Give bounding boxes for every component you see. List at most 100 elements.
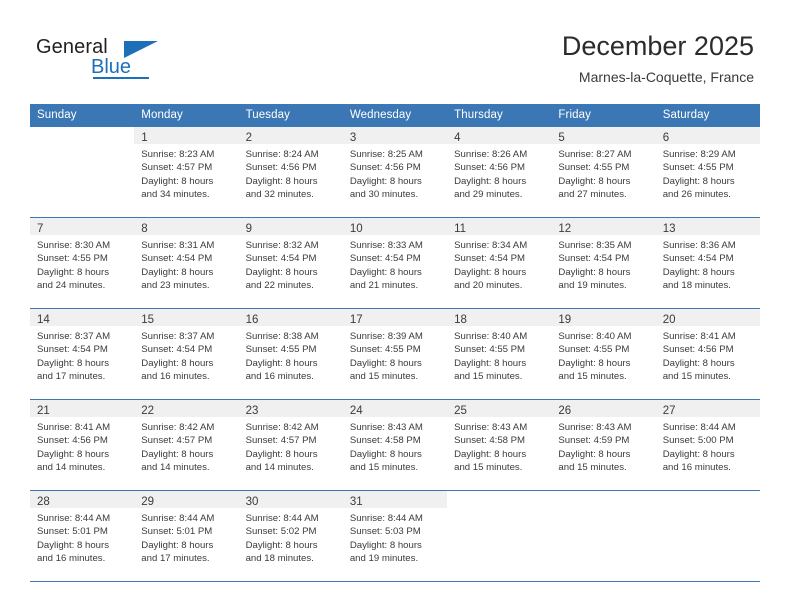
calendar-day-cell[interactable]: 18 Sunrise: 8:40 AM Sunset: 4:55 PM Dayligh… — [447, 308, 552, 400]
calendar-week-row: 21 Sunrise: 8:41 AM Sunset: 4:56 PM Dayligh… — [30, 399, 760, 491]
calendar-day-cell[interactable]: 20 Sunrise: 8:41 AM Sunset: 4:56 PM Dayligh… — [655, 308, 760, 400]
daylight-text-line1: Daylight: 8 hours — [349, 539, 422, 551]
day-cell-inner: 13 Sunrise: 8:36 AM Sunset: 4:54 PM Dayligh… — [655, 218, 760, 308]
calendar-empty-cell — [447, 490, 552, 582]
day-number: 2 — [245, 132, 252, 144]
calendar-day-cell[interactable]: 27 Sunrise: 8:44 AM Sunset: 5:00 PM Dayligh… — [655, 399, 760, 491]
sunrise-text: Sunrise: 8:23 AM — [141, 149, 215, 160]
day-number-band: 31 — [342, 491, 448, 508]
calendar-day-cell[interactable]: 1 Sunrise: 8:23 AM Sunset: 4:57 PM Daylight… — [134, 126, 239, 218]
day-detail-lines: Sunrise: 8:35 AM Sunset: 4:54 PM Daylight:… — [551, 235, 655, 293]
sunset-text: Sunset: 4:54 PM — [454, 253, 526, 265]
day-cell-inner: 15 Sunrise: 8:37 AM Sunset: 4:54 PM Dayligh… — [134, 309, 239, 399]
sunrise-text: Sunrise: 8:44 AM — [141, 513, 215, 524]
day-cell-inner: 5 Sunrise: 8:27 AM Sunset: 4:55 PM Daylight… — [551, 127, 656, 217]
calendar-day-cell[interactable]: 7 Sunrise: 8:30 AM Sunset: 4:55 PM Daylight… — [30, 217, 135, 309]
calendar-day-cell[interactable]: 2 Sunrise: 8:24 AM Sunset: 4:56 PM Daylight… — [238, 126, 343, 218]
calendar-day-cell[interactable]: 11 Sunrise: 8:34 AM Sunset: 4:54 PM Dayligh… — [447, 217, 552, 309]
sunset-text: Sunset: 5:01 PM — [141, 526, 213, 538]
daylight-text-line2: and 16 minutes. — [37, 553, 106, 565]
calendar-day-cell[interactable]: 5 Sunrise: 8:27 AM Sunset: 4:55 PM Daylight… — [551, 126, 656, 218]
calendar-day-cell[interactable]: 8 Sunrise: 8:31 AM Sunset: 4:54 PM Daylight… — [134, 217, 239, 309]
calendar-day-cell[interactable]: 13 Sunrise: 8:36 AM Sunset: 4:54 PM Dayligh… — [655, 217, 760, 309]
sunrise-text: Sunrise: 8:38 AM — [245, 331, 319, 342]
sunrise-text: Sunrise: 8:44 AM — [349, 513, 423, 524]
daylight-text-line2: and 15 minutes. — [558, 462, 627, 474]
day-cell-inner: 20 Sunrise: 8:41 AM Sunset: 4:56 PM Dayligh… — [655, 309, 760, 399]
day-cell-inner: 10 Sunrise: 8:33 AM Sunset: 4:54 PM Dayligh… — [342, 218, 448, 308]
day-detail-lines: Sunrise: 8:31 AM Sunset: 4:54 PM Daylight:… — [134, 235, 238, 293]
day-detail-lines: Sunrise: 8:38 AM Sunset: 4:55 PM Daylight:… — [239, 326, 343, 384]
weekday-header-thursday: Thursday — [447, 104, 552, 127]
sunrise-text: Sunrise: 8:33 AM — [349, 240, 423, 251]
day-number: 18 — [454, 314, 467, 326]
calendar-day-cell[interactable]: 15 Sunrise: 8:37 AM Sunset: 4:54 PM Dayligh… — [134, 308, 239, 400]
day-number: 22 — [141, 405, 155, 417]
daylight-text-line2: and 19 minutes. — [558, 280, 627, 292]
calendar-day-cell[interactable]: 31 Sunrise: 8:44 AM Sunset: 5:03 PM Dayligh… — [342, 490, 448, 582]
sunrise-text: Sunrise: 8:42 AM — [245, 422, 319, 433]
daylight-text-line1: Daylight: 8 hours — [141, 448, 214, 460]
daylight-text-line2: and 24 minutes. — [37, 280, 106, 292]
calendar-day-cell[interactable]: 21 Sunrise: 8:41 AM Sunset: 4:56 PM Dayligh… — [30, 399, 135, 491]
day-cell-inner — [447, 491, 551, 581]
daylight-text-line2: and 16 minutes. — [245, 371, 314, 383]
day-number: 26 — [558, 405, 572, 417]
calendar-day-cell[interactable]: 6 Sunrise: 8:29 AM Sunset: 4:55 PM Daylight… — [655, 126, 760, 218]
calendar-day-cell[interactable]: 9 Sunrise: 8:32 AM Sunset: 4:54 PM Daylight… — [238, 217, 343, 309]
calendar-day-cell[interactable]: 14 Sunrise: 8:37 AM Sunset: 4:54 PM Dayligh… — [30, 308, 135, 400]
day-number: 30 — [245, 496, 259, 508]
daylight-text-line1: Daylight: 8 hours — [454, 357, 527, 369]
calendar-day-cell[interactable]: 26 Sunrise: 8:43 AM Sunset: 4:59 PM Dayligh… — [551, 399, 656, 491]
general-blue-logo[interactable]: General Blue — [36, 36, 176, 88]
page-title: December 2025 — [561, 31, 754, 61]
sunset-text: Sunset: 4:55 PM — [558, 344, 630, 356]
day-cell-inner: 4 Sunrise: 8:26 AM Sunset: 4:56 PM Daylight… — [447, 127, 552, 217]
calendar-day-cell[interactable]: 4 Sunrise: 8:26 AM Sunset: 4:56 PM Daylight… — [447, 126, 552, 218]
day-cell-inner: 18 Sunrise: 8:40 AM Sunset: 4:55 PM Dayligh… — [447, 309, 552, 399]
sunset-text: Sunset: 4:56 PM — [454, 162, 526, 174]
day-detail-lines: Sunrise: 8:30 AM Sunset: 4:55 PM Daylight:… — [30, 235, 134, 293]
weekday-header-friday: Friday — [551, 104, 656, 127]
sunset-text: Sunset: 4:54 PM — [37, 344, 108, 356]
day-number: 19 — [558, 314, 572, 326]
calendar-day-cell[interactable]: 10 Sunrise: 8:33 AM Sunset: 4:54 PM Dayligh… — [342, 217, 448, 309]
sunset-text: Sunset: 4:55 PM — [662, 162, 734, 174]
day-cell-inner: 1 Sunrise: 8:23 AM Sunset: 4:57 PM Daylight… — [134, 127, 239, 217]
daylight-text-line2: and 15 minutes. — [662, 371, 731, 383]
calendar-day-cell[interactable]: 28 Sunrise: 8:44 AM Sunset: 5:01 PM Dayligh… — [30, 490, 135, 582]
daylight-text-line2: and 21 minutes. — [349, 280, 419, 292]
calendar-day-cell[interactable]: 17 Sunrise: 8:39 AM Sunset: 4:55 PM Dayligh… — [342, 308, 448, 400]
day-number: 9 — [245, 223, 252, 235]
sunrise-text: Sunrise: 8:43 AM — [349, 422, 423, 433]
calendar-day-cell[interactable]: 19 Sunrise: 8:40 AM Sunset: 4:55 PM Dayligh… — [551, 308, 656, 400]
day-cell-inner — [30, 127, 134, 217]
calendar-day-cell[interactable]: 23 Sunrise: 8:42 AM Sunset: 4:57 PM Dayligh… — [238, 399, 343, 491]
day-number-band: 22 — [134, 400, 239, 417]
sunrise-text: Sunrise: 8:27 AM — [558, 149, 632, 160]
daylight-text-line1: Daylight: 8 hours — [662, 175, 735, 187]
day-number-band: 17 — [342, 309, 448, 326]
weekday-header-saturday: Saturday — [655, 104, 760, 127]
day-number-band: 2 — [238, 127, 343, 144]
calendar-day-cell[interactable]: 12 Sunrise: 8:35 AM Sunset: 4:54 PM Dayligh… — [551, 217, 656, 309]
calendar-day-cell[interactable]: 25 Sunrise: 8:43 AM Sunset: 4:58 PM Dayligh… — [447, 399, 552, 491]
day-number-band: 11 — [447, 218, 552, 235]
daylight-text-line2: and 15 minutes. — [454, 371, 523, 383]
daylight-text-line1: Daylight: 8 hours — [349, 357, 422, 369]
calendar-day-cell[interactable]: 16 Sunrise: 8:38 AM Sunset: 4:55 PM Dayligh… — [238, 308, 343, 400]
calendar-day-cell[interactable]: 29 Sunrise: 8:44 AM Sunset: 5:01 PM Dayligh… — [134, 490, 239, 582]
calendar-day-cell[interactable]: 22 Sunrise: 8:42 AM Sunset: 4:57 PM Dayligh… — [134, 399, 239, 491]
daylight-text-line2: and 29 minutes. — [454, 189, 523, 201]
day-detail-lines: Sunrise: 8:25 AM Sunset: 4:56 PM Daylight:… — [343, 144, 447, 202]
daylight-text-line1: Daylight: 8 hours — [37, 448, 109, 460]
calendar-day-cell[interactable]: 30 Sunrise: 8:44 AM Sunset: 5:02 PM Dayligh… — [238, 490, 343, 582]
day-number-band: 30 — [238, 491, 343, 508]
weekday-header-sunday: Sunday — [30, 104, 135, 127]
day-number-band: 6 — [655, 127, 760, 144]
day-detail-lines: Sunrise: 8:41 AM Sunset: 4:56 PM Daylight:… — [656, 326, 760, 384]
day-cell-inner: 27 Sunrise: 8:44 AM Sunset: 5:00 PM Dayligh… — [655, 400, 760, 490]
calendar-day-cell[interactable]: 24 Sunrise: 8:43 AM Sunset: 4:58 PM Dayligh… — [342, 399, 448, 491]
calendar-day-cell[interactable]: 3 Sunrise: 8:25 AM Sunset: 4:56 PM Daylight… — [342, 126, 448, 218]
daylight-text-line1: Daylight: 8 hours — [662, 448, 735, 460]
